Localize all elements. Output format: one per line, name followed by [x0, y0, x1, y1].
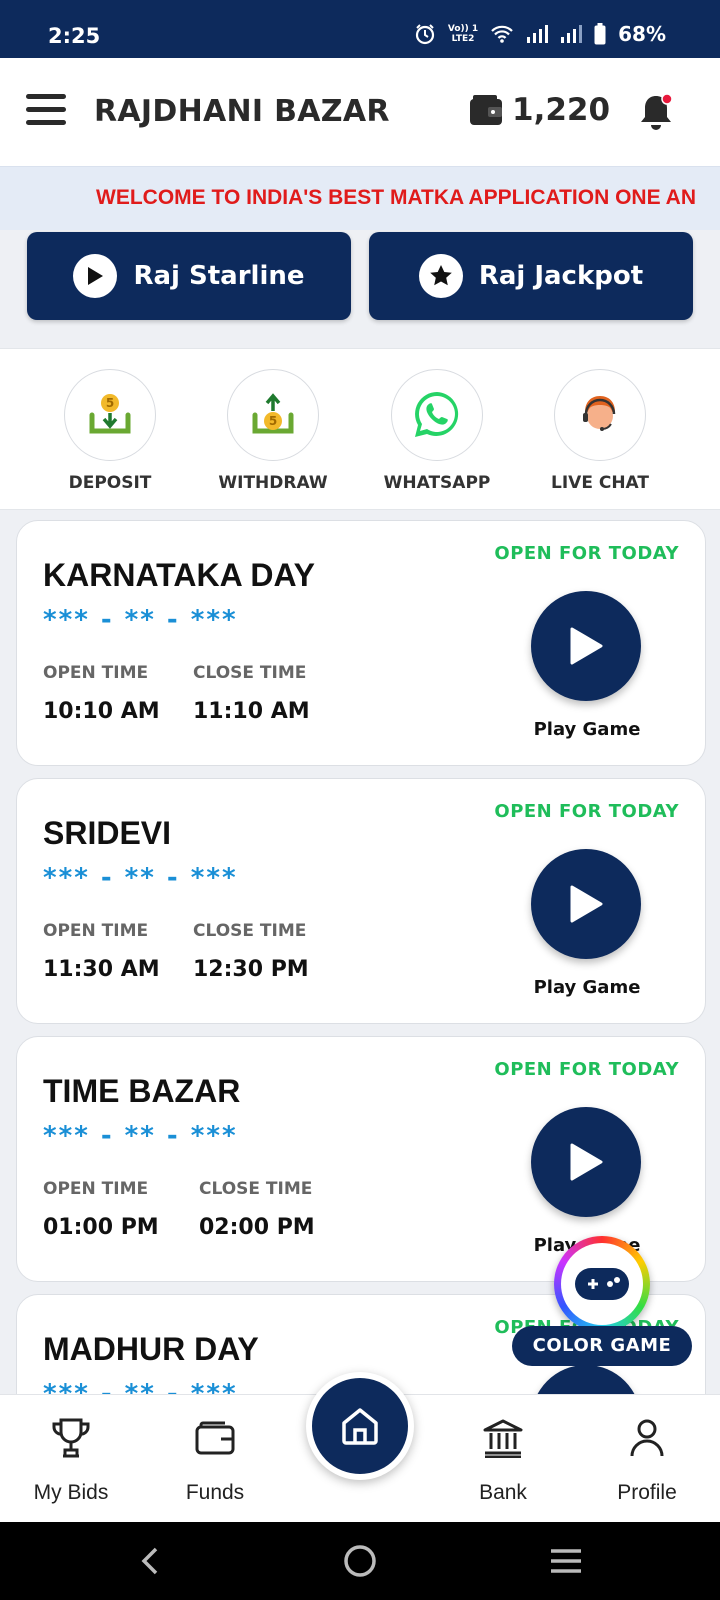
marquee-text: WELCOME TO INDIA'S BEST MATKA APPLICATIO… [96, 186, 696, 209]
play-game-label: Play Game [533, 977, 641, 998]
nav-profile-label: Profile [617, 1481, 677, 1504]
signal-icon-2 [561, 25, 583, 43]
play-game-button[interactable] [531, 1107, 641, 1217]
home-button[interactable] [306, 1372, 414, 1480]
game-result: *** - ** - *** [43, 1121, 238, 1151]
trophy-icon [52, 1418, 90, 1458]
open-status: OPEN FOR TODAY [494, 543, 679, 564]
app-header: RAJDHANI BAZAR 1,220 [0, 58, 720, 166]
close-time-value: 02:00 PM [199, 1215, 315, 1240]
wallet-outline-icon [195, 1421, 235, 1455]
game-name: TIME BAZAR [43, 1073, 241, 1109]
raj-starline-label: Raj Starline [133, 261, 305, 291]
status-icons: Vo)) 1 LTE2 68% [414, 22, 666, 46]
game-name: KARNATAKA DAY [43, 557, 315, 593]
play-icon [570, 1143, 603, 1181]
play-game-button[interactable] [531, 849, 641, 959]
back-icon[interactable] [130, 1540, 170, 1582]
play-game-button[interactable] [531, 591, 641, 701]
play-icon [570, 627, 603, 665]
profile-icon [630, 1419, 664, 1457]
raj-starline-button[interactable]: Raj Starline [27, 232, 351, 320]
play-icon [570, 885, 603, 923]
raj-jackpot-label: Raj Jackpot [478, 261, 644, 291]
color-game-label[interactable]: COLOR GAME [512, 1326, 692, 1366]
withdraw-icon: 5 [227, 369, 319, 461]
wallet-balance[interactable]: 1,220 [470, 92, 610, 128]
svg-text:5: 5 [269, 414, 277, 428]
quick-actions: 5 DEPOSIT 5 WITHDRAW WHATSAPP LIVE CHAT [0, 348, 720, 510]
home-icon [342, 1408, 378, 1445]
wallet-icon [470, 95, 502, 125]
game-result: *** - ** - *** [43, 605, 238, 635]
deposit-action[interactable]: 5 DEPOSIT [50, 369, 170, 493]
nav-funds-label: Funds [185, 1481, 245, 1504]
open-status: OPEN FOR TODAY [494, 1059, 679, 1080]
wifi-icon [491, 25, 513, 43]
live-chat-label: LIVE CHAT [551, 473, 649, 493]
recent-apps-icon[interactable] [546, 1540, 586, 1582]
whatsapp-icon [391, 369, 483, 461]
alarm-icon [415, 24, 434, 45]
notification-bell-icon[interactable] [634, 90, 678, 134]
status-bar: 2:25 Vo)) 1 LTE2 68% [0, 0, 720, 58]
game-card-karnataka-day[interactable]: OPEN FOR TODAY KARNATAKA DAY *** - ** - … [16, 520, 706, 766]
deposit-icon: 5 [64, 369, 156, 461]
color-game-button[interactable] [554, 1236, 650, 1332]
close-time-value: 12:30 PM [193, 957, 309, 982]
nav-bank[interactable]: Bank [438, 1413, 568, 1505]
whatsapp-label: WHATSAPP [383, 473, 491, 493]
svg-text:5: 5 [106, 396, 114, 410]
open-time-value: 11:30 AM [43, 957, 160, 982]
close-time-label: CLOSE TIME [193, 663, 307, 683]
game-name: SRIDEVI [43, 815, 172, 851]
home-circle-icon[interactable] [338, 1540, 382, 1582]
announcement-marquee: WELCOME TO INDIA'S BEST MATKA APPLICATIO… [0, 166, 720, 230]
status-time: 2:25 [48, 24, 101, 48]
live-chat-action[interactable]: LIVE CHAT [540, 369, 660, 493]
play-icon [73, 254, 118, 298]
star-icon [418, 254, 463, 298]
app-title: RAJDHANI BAZAR [94, 94, 390, 129]
game-result: *** - ** - *** [43, 863, 238, 893]
battery-percent: 68% [618, 22, 666, 46]
close-time-label: CLOSE TIME [199, 1179, 313, 1199]
open-time-label: OPEN TIME [43, 921, 149, 941]
system-navigation-bar [0, 1522, 720, 1600]
close-time-value: 11:10 AM [193, 699, 310, 724]
open-status: OPEN FOR TODAY [494, 801, 679, 822]
open-time-label: OPEN TIME [43, 1179, 149, 1199]
withdraw-label: WITHDRAW [218, 473, 328, 493]
nav-bank-label: Bank [479, 1481, 527, 1504]
play-game-label: Play Game [533, 719, 641, 740]
nav-funds[interactable]: Funds [150, 1413, 280, 1505]
game-card-sridevi[interactable]: OPEN FOR TODAY SRIDEVI *** - ** - *** OP… [16, 778, 706, 1024]
close-time-label: CLOSE TIME [193, 921, 307, 941]
gamepad-icon [575, 1268, 629, 1300]
game-name: MADHUR DAY [43, 1331, 259, 1367]
signal-icon [527, 25, 549, 43]
volte-indicator: Vo)) 1 LTE2 [447, 24, 479, 44]
support-agent-icon [554, 369, 646, 461]
wallet-amount: 1,220 [512, 92, 611, 128]
nav-profile[interactable]: Profile [582, 1413, 712, 1505]
menu-icon[interactable] [26, 94, 66, 128]
battery-icon [594, 23, 606, 45]
whatsapp-action[interactable]: WHATSAPP [377, 369, 497, 493]
open-time-value: 10:10 AM [43, 699, 160, 724]
open-time-value: 01:00 PM [43, 1215, 159, 1240]
bank-icon [483, 1419, 523, 1458]
nav-my-bids-label: My Bids [33, 1481, 109, 1504]
raj-jackpot-button[interactable]: Raj Jackpot [369, 232, 693, 320]
deposit-label: DEPOSIT [68, 473, 152, 493]
withdraw-action[interactable]: 5 WITHDRAW [213, 369, 333, 493]
nav-my-bids[interactable]: My Bids [6, 1413, 136, 1505]
open-time-label: OPEN TIME [43, 663, 149, 683]
